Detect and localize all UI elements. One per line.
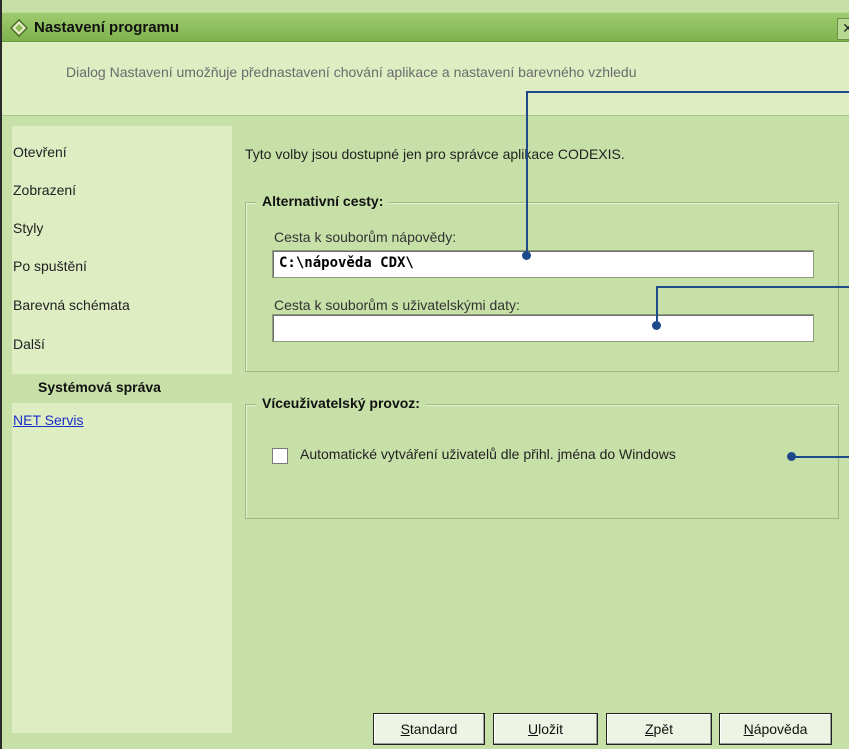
admin-info-text: Tyto volby jsou dostupné jen pro správce… (245, 146, 625, 162)
standard-button[interactable]: Standard (373, 713, 485, 745)
callout-line (656, 286, 658, 326)
net-servis-link[interactable]: NET Servis (13, 412, 84, 428)
multiuser-title: Víceuživatelský provoz: (256, 395, 426, 411)
auto-create-users-label: Automatické vytváření uživatelů dle přih… (300, 446, 676, 462)
save-button[interactable]: Uložit (493, 713, 598, 745)
help-path-field[interactable]: C:\nápověda CDX\ (272, 250, 814, 278)
help-mnemonic: N (743, 721, 754, 737)
sidebar-item-systemova-sprava[interactable]: Systémová správa (12, 374, 232, 403)
callout-dot (522, 251, 531, 260)
callout-line (526, 91, 528, 256)
help-button[interactable]: Nápověda (719, 713, 832, 745)
sidebar-item-otevreni[interactable]: Otevření (13, 144, 67, 160)
sidebar-item-zobrazeni[interactable]: Zobrazení (13, 182, 76, 198)
settings-window: Nastavení programu ✕ Dialog Nastavení um… (0, 0, 849, 749)
callout-line (792, 456, 849, 458)
callout-line (526, 91, 849, 93)
standard-label: tandard (409, 721, 458, 737)
sidebar-item-dalsi[interactable]: Další (13, 336, 45, 352)
auto-create-users-checkbox[interactable] (272, 448, 288, 464)
sidebar (12, 126, 232, 733)
user-data-path-label: Cesta k souborům s uživatelskými daty: (274, 297, 520, 313)
header-description: Dialog Nastavení umožňuje přednastavení … (66, 64, 637, 80)
dialog-header: Dialog Nastavení umožňuje přednastavení … (2, 42, 849, 116)
save-label: ložit (538, 721, 564, 737)
save-mnemonic: U (527, 721, 539, 737)
title-bar: Nastavení programu ✕ (2, 12, 849, 42)
sidebar-item-po-spusteni[interactable]: Po spuštění (13, 258, 87, 274)
standard-mnemonic: S (400, 721, 410, 737)
app-diamond-icon (10, 19, 28, 37)
close-button[interactable]: ✕ (837, 18, 849, 40)
sidebar-item-styly[interactable]: Styly (13, 220, 43, 236)
back-mnemonic: Z (644, 721, 654, 737)
back-button[interactable]: Zpět (606, 713, 712, 745)
callout-line (656, 286, 849, 288)
callout-dot (787, 452, 796, 461)
sidebar-item-barevna-schemata[interactable]: Barevná schémata (13, 297, 130, 313)
help-path-label: Cesta k souborům nápovědy: (274, 229, 457, 245)
back-label: pět (653, 721, 674, 737)
callout-dot (652, 321, 661, 330)
user-data-path-field[interactable] (272, 314, 814, 342)
alternative-paths-title: Alternativní cesty: (256, 193, 390, 209)
sidebar-selected-label: Systémová správa (38, 379, 161, 395)
help-label: ápověda (753, 721, 808, 737)
window-title: Nastavení programu (34, 19, 180, 36)
